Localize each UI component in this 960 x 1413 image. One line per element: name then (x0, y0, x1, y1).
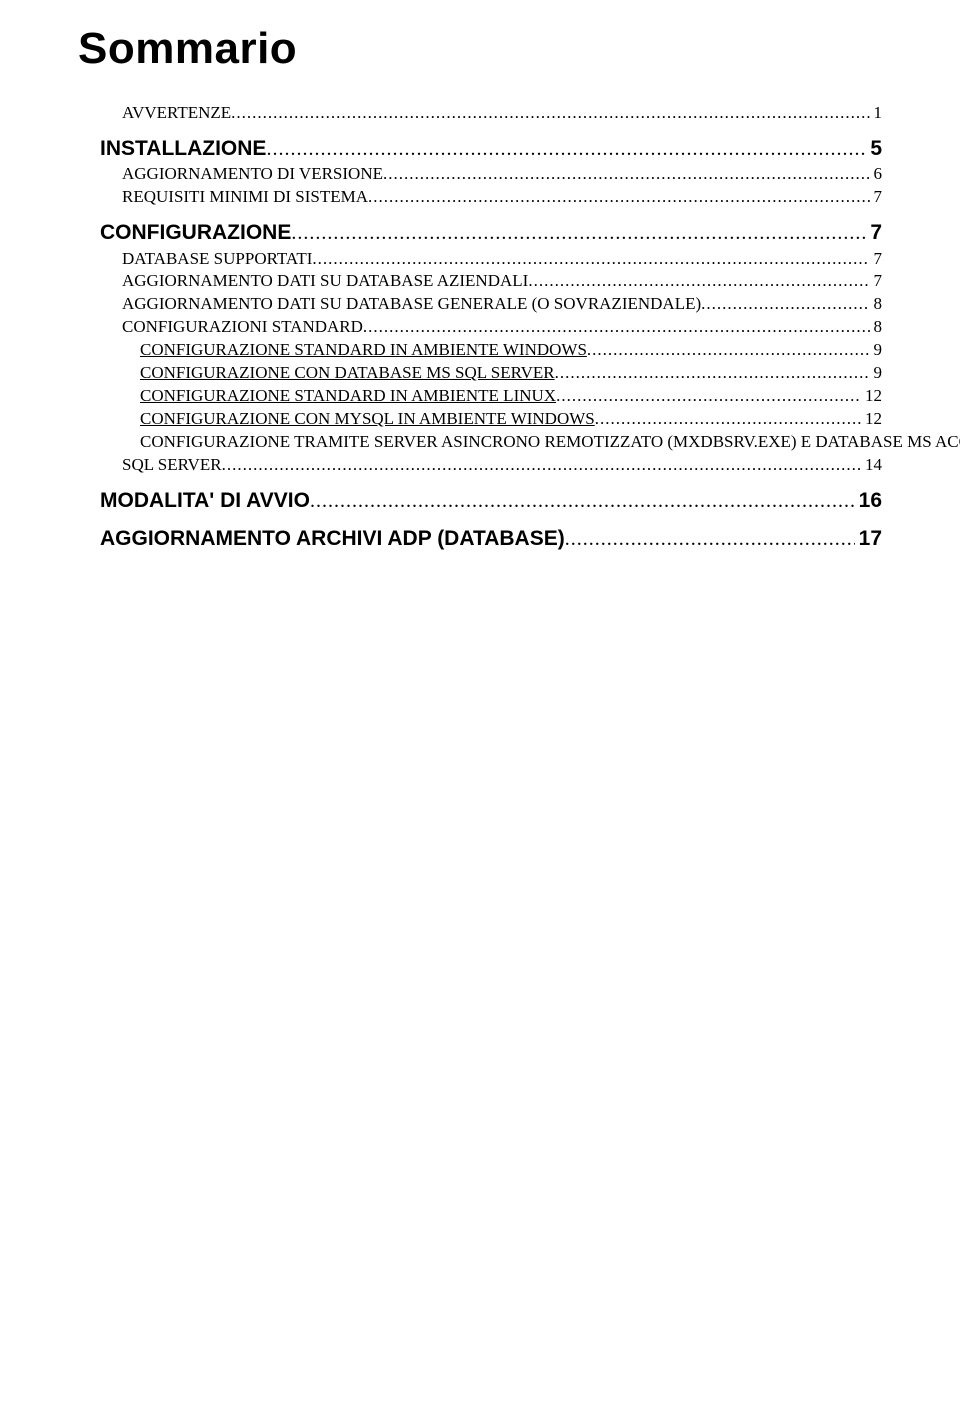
toc-leader (310, 488, 855, 515)
toc-label: CONFIGURAZIONE STANDARD IN AMBIENTE LINU… (140, 385, 556, 408)
toc-subitem[interactable]: CONFIGURAZIONE TRAMITE SERVER ASINCRONO … (140, 431, 882, 454)
toc-section[interactable]: CONFIGURAZIONE 7 (100, 219, 882, 247)
toc-label: CONFIGURAZIONE (100, 219, 291, 247)
toc-label: INSTALLAZIONE (100, 135, 266, 163)
toc-gap (78, 125, 882, 135)
toc-page: 5 (866, 135, 882, 163)
toc-page: 7 (866, 219, 882, 247)
toc-leader (363, 316, 870, 339)
toc-page: 17 (855, 525, 882, 553)
toc-item[interactable]: CONFIGURAZIONI STANDARD 8 (122, 316, 882, 339)
toc-label: CONFIGURAZIONE STANDARD IN AMBIENTE WIND… (140, 339, 587, 362)
toc-leader (291, 220, 866, 247)
toc-page: 7 (870, 248, 883, 271)
toc-item[interactable]: REQUISITI MINIMI DI SISTEMA 7 (122, 186, 882, 209)
toc-page: 7 (870, 186, 883, 209)
toc-page: 9 (870, 339, 883, 362)
toc-section[interactable]: INSTALLAZIONE 5 (100, 135, 882, 163)
toc-page: 7 (870, 270, 883, 293)
toc-label: REQUISITI MINIMI DI SISTEMA (122, 186, 368, 209)
toc-item[interactable]: SQL SERVER 14 (122, 454, 882, 477)
toc-gap (78, 209, 882, 219)
toc-label: CONFIGURAZIONE TRAMITE SERVER ASINCRONO … (140, 431, 960, 454)
page-title: Sommario (78, 24, 882, 74)
toc-leader (556, 385, 861, 408)
toc-leader (222, 454, 861, 477)
toc-page: 1 (870, 102, 883, 125)
toc-page: 8 (870, 293, 883, 316)
toc-leader (266, 136, 866, 163)
toc-item[interactable]: AGGIORNAMENTO DI VERSIONE 6 (122, 163, 882, 186)
toc-page: 12 (861, 385, 882, 408)
toc-gap (78, 477, 882, 487)
toc-page: 8 (870, 316, 883, 339)
toc-label: AGGIORNAMENTO ARCHIVI ADP (DATABASE) (100, 525, 565, 553)
toc-subitem[interactable]: CONFIGURAZIONE CON DATABASE MS SQL SERVE… (140, 362, 882, 385)
toc-page: 12 (861, 408, 882, 431)
toc-leader (312, 248, 869, 271)
toc-label: MODALITA' DI AVVIO (100, 487, 310, 515)
toc-label: DATABASE SUPPORTATI (122, 248, 312, 271)
toc-label: CONFIGURAZIONE CON DATABASE MS SQL SERVE… (140, 362, 555, 385)
toc: AVVERTENZE1INSTALLAZIONE5AGGIORNAMENTO D… (78, 102, 882, 554)
toc-label: AGGIORNAMENTO DATI SU DATABASE AZIENDALI (122, 270, 528, 293)
toc-page: 16 (855, 487, 882, 515)
toc-leader (595, 408, 861, 431)
toc-subitem[interactable]: CONFIGURAZIONE CON MYSQL IN AMBIENTE WIN… (140, 408, 882, 431)
toc-subitem[interactable]: CONFIGURAZIONE STANDARD IN AMBIENTE LINU… (140, 385, 882, 408)
toc-label: AGGIORNAMENTO DI VERSIONE (122, 163, 383, 186)
toc-leader (565, 526, 855, 553)
toc-leader (383, 163, 870, 186)
toc-item[interactable]: AGGIORNAMENTO DATI SU DATABASE GENERALE … (122, 293, 882, 316)
toc-section[interactable]: MODALITA' DI AVVIO 16 (100, 487, 882, 515)
toc-gap (78, 515, 882, 525)
toc-page: 9 (870, 362, 883, 385)
toc-page: 14 (861, 454, 882, 477)
toc-item[interactable]: DATABASE SUPPORTATI 7 (122, 248, 882, 271)
toc-leader (368, 186, 869, 209)
toc-leader (231, 102, 869, 125)
page: Sommario AVVERTENZE1INSTALLAZIONE5AGGIOR… (0, 0, 960, 1413)
toc-subitem[interactable]: CONFIGURAZIONE STANDARD IN AMBIENTE WIND… (140, 339, 882, 362)
toc-label: CONFIGURAZIONI STANDARD (122, 316, 363, 339)
toc-leader (528, 270, 869, 293)
toc-leader (555, 362, 870, 385)
toc-item[interactable]: AVVERTENZE 1 (122, 102, 882, 125)
toc-section[interactable]: AGGIORNAMENTO ARCHIVI ADP (DATABASE) 17 (100, 525, 882, 553)
toc-leader (701, 293, 869, 316)
toc-label: AGGIORNAMENTO DATI SU DATABASE GENERALE … (122, 293, 701, 316)
toc-leader (587, 339, 870, 362)
toc-item[interactable]: AGGIORNAMENTO DATI SU DATABASE AZIENDALI… (122, 270, 882, 293)
toc-page: 6 (870, 163, 883, 186)
toc-label: AVVERTENZE (122, 102, 231, 125)
toc-label: SQL SERVER (122, 454, 222, 477)
toc-label: CONFIGURAZIONE CON MYSQL IN AMBIENTE WIN… (140, 408, 595, 431)
